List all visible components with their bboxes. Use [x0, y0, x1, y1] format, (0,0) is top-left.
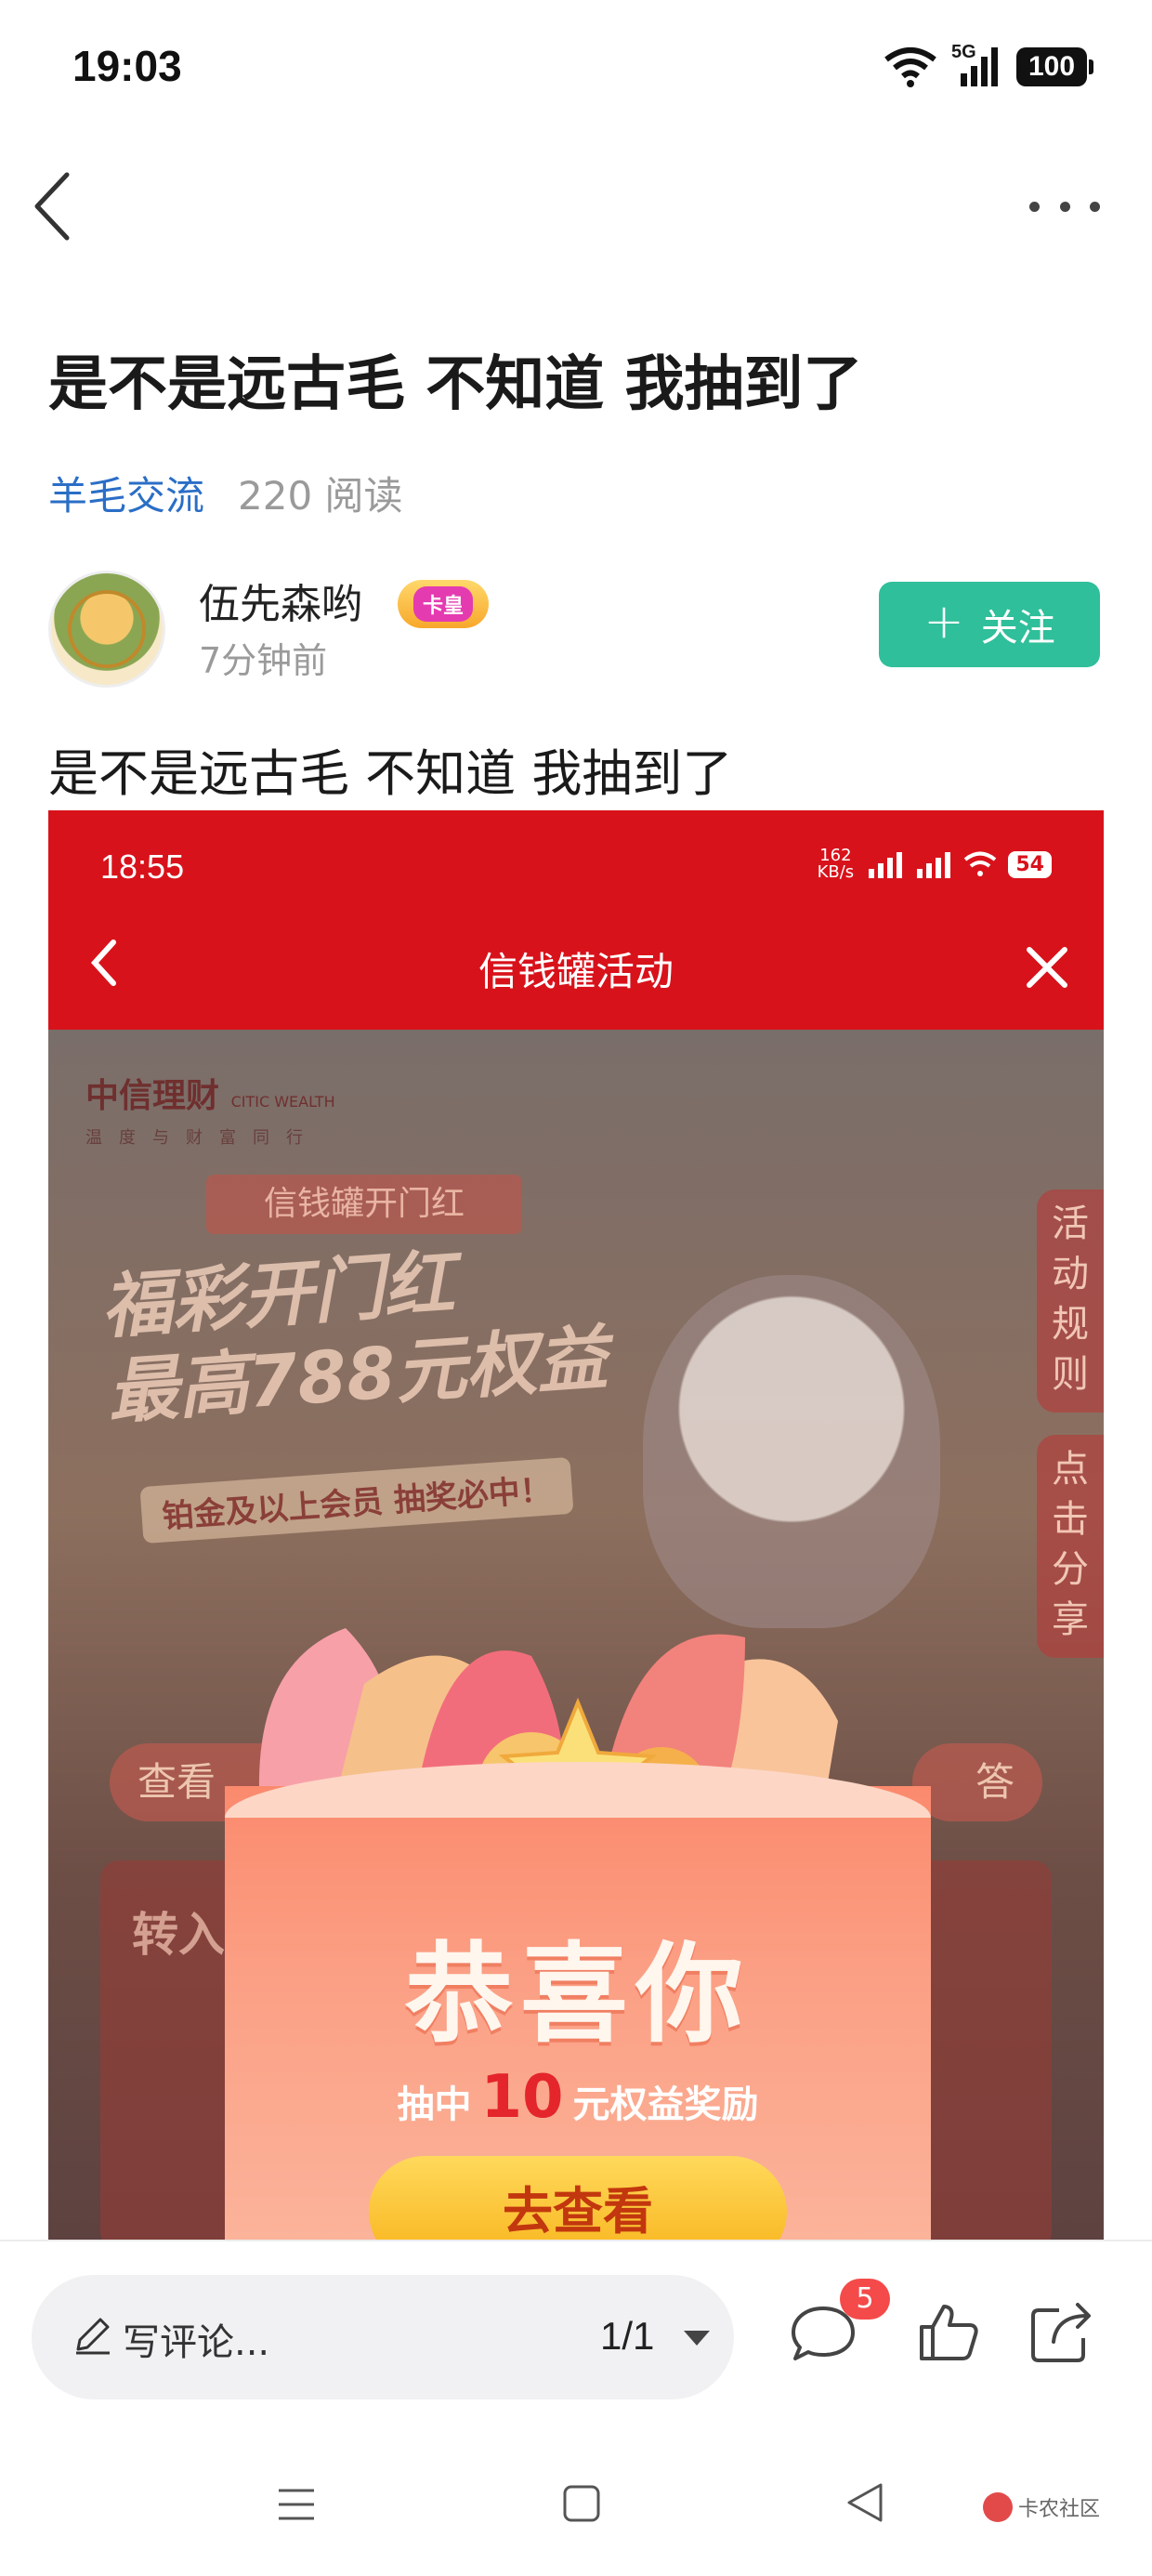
embed-brand-slogan: 温度与财富同行	[85, 1128, 320, 1148]
share-button[interactable]	[1026, 2297, 1100, 2368]
square-icon	[563, 2485, 600, 2522]
pencil-icon	[76, 2318, 110, 2355]
author-name[interactable]: 伍先森哟	[199, 571, 362, 630]
prize-view-button: 去查看	[369, 2156, 787, 2241]
wifi-icon	[884, 47, 936, 87]
battery-icon: 100	[1016, 47, 1093, 86]
embed-share-tab: 点击分享	[1037, 1435, 1104, 1658]
thumbs-up-icon	[920, 2305, 978, 2360]
embed-page-title: 信钱罐活动	[478, 949, 674, 994]
back-button[interactable]	[26, 167, 82, 245]
embed-headline: 福彩开门红 最高788元权益	[98, 1241, 610, 1434]
more-dot-icon	[1090, 201, 1100, 212]
page-indicator[interactable]: 1/1	[600, 2314, 654, 2359]
embed-wifi-icon	[964, 851, 997, 876]
embed-rules-tab: 活动规则	[1037, 1189, 1104, 1413]
triangle-back-icon	[847, 2483, 883, 2522]
embed-net-speed: 162 KB/s	[817, 846, 855, 882]
system-back-button[interactable]	[844, 2479, 886, 2526]
more-options-button[interactable]	[1029, 186, 1100, 227]
follow-label: 关注	[980, 607, 1055, 650]
comment-input[interactable]: 写评论... 1/1	[32, 2275, 734, 2399]
embed-promo-tag: 信钱罐开门红	[206, 1175, 522, 1234]
comment-placeholder: 写评论...	[123, 2321, 270, 2364]
share-icon	[1031, 2303, 1091, 2362]
like-button[interactable]	[914, 2299, 981, 2366]
prize-description: 抽中 10 元权益奖励	[397, 2063, 759, 2132]
post-time: 7分钟前	[199, 640, 328, 681]
status-icons: 5G 100	[883, 41, 1093, 93]
bottom-divider	[0, 2240, 1152, 2241]
embed-card-title: 转入	[132, 1908, 225, 1962]
watermark-text: 卡农社区	[1018, 2498, 1101, 2521]
embed-battery: 54	[1008, 850, 1052, 878]
watermark: 卡农社区	[983, 2492, 1100, 2522]
badge-label: 卡皇	[412, 586, 473, 622]
embed-status-icons: 162 KB/s 54	[815, 848, 1052, 881]
author-badge: 卡皇	[398, 580, 489, 628]
embed-signal-icon	[917, 852, 951, 878]
comment-count-badge: 5	[840, 2279, 890, 2320]
embed-brand-logo: 中信理财 CITIC WEALTH	[85, 1077, 335, 1115]
prize-popup: 恭喜你 抽中 10 元权益奖励 去查看	[225, 1554, 931, 2241]
cellular-signal-icon: 5G	[951, 42, 1003, 88]
plus-icon: +	[923, 594, 964, 650]
battery-level: 100	[1028, 51, 1076, 82]
embed-status-time: 18:55	[100, 848, 185, 886]
post-body-text: 是不是远古毛 不知道 我抽到了	[48, 744, 733, 803]
menu-icon	[279, 2489, 314, 2520]
category-link[interactable]: 羊毛交流	[48, 465, 204, 521]
embed-close-icon	[1027, 947, 1067, 988]
watermark-logo-icon	[983, 2492, 1013, 2522]
read-count: 220 阅读	[238, 473, 403, 519]
prize-amount: 10	[480, 2063, 564, 2132]
follow-button[interactable]: + 关注	[879, 582, 1100, 667]
status-time: 19:03	[72, 42, 182, 90]
post-meta: 羊毛交流 220 阅读	[48, 465, 403, 521]
system-menu-button[interactable]	[275, 2483, 318, 2526]
embed-signal-icon	[869, 852, 903, 878]
chevron-left-icon	[34, 172, 70, 241]
caret-down-icon[interactable]	[684, 2331, 710, 2346]
more-dot-icon	[1059, 201, 1070, 212]
author-avatar[interactable]	[48, 571, 165, 688]
post-image[interactable]: 18:55 162 KB/s 54 信钱罐活动 中信理财 CITIC WEALT…	[48, 810, 1104, 2241]
prize-title: 恭喜你	[405, 1932, 751, 2057]
more-dot-icon	[1029, 201, 1040, 212]
system-home-button[interactable]	[561, 2483, 602, 2524]
embed-cta-right: 答	[912, 1743, 1042, 1821]
post-title: 是不是远古毛 不知道 我抽到了	[48, 350, 863, 419]
